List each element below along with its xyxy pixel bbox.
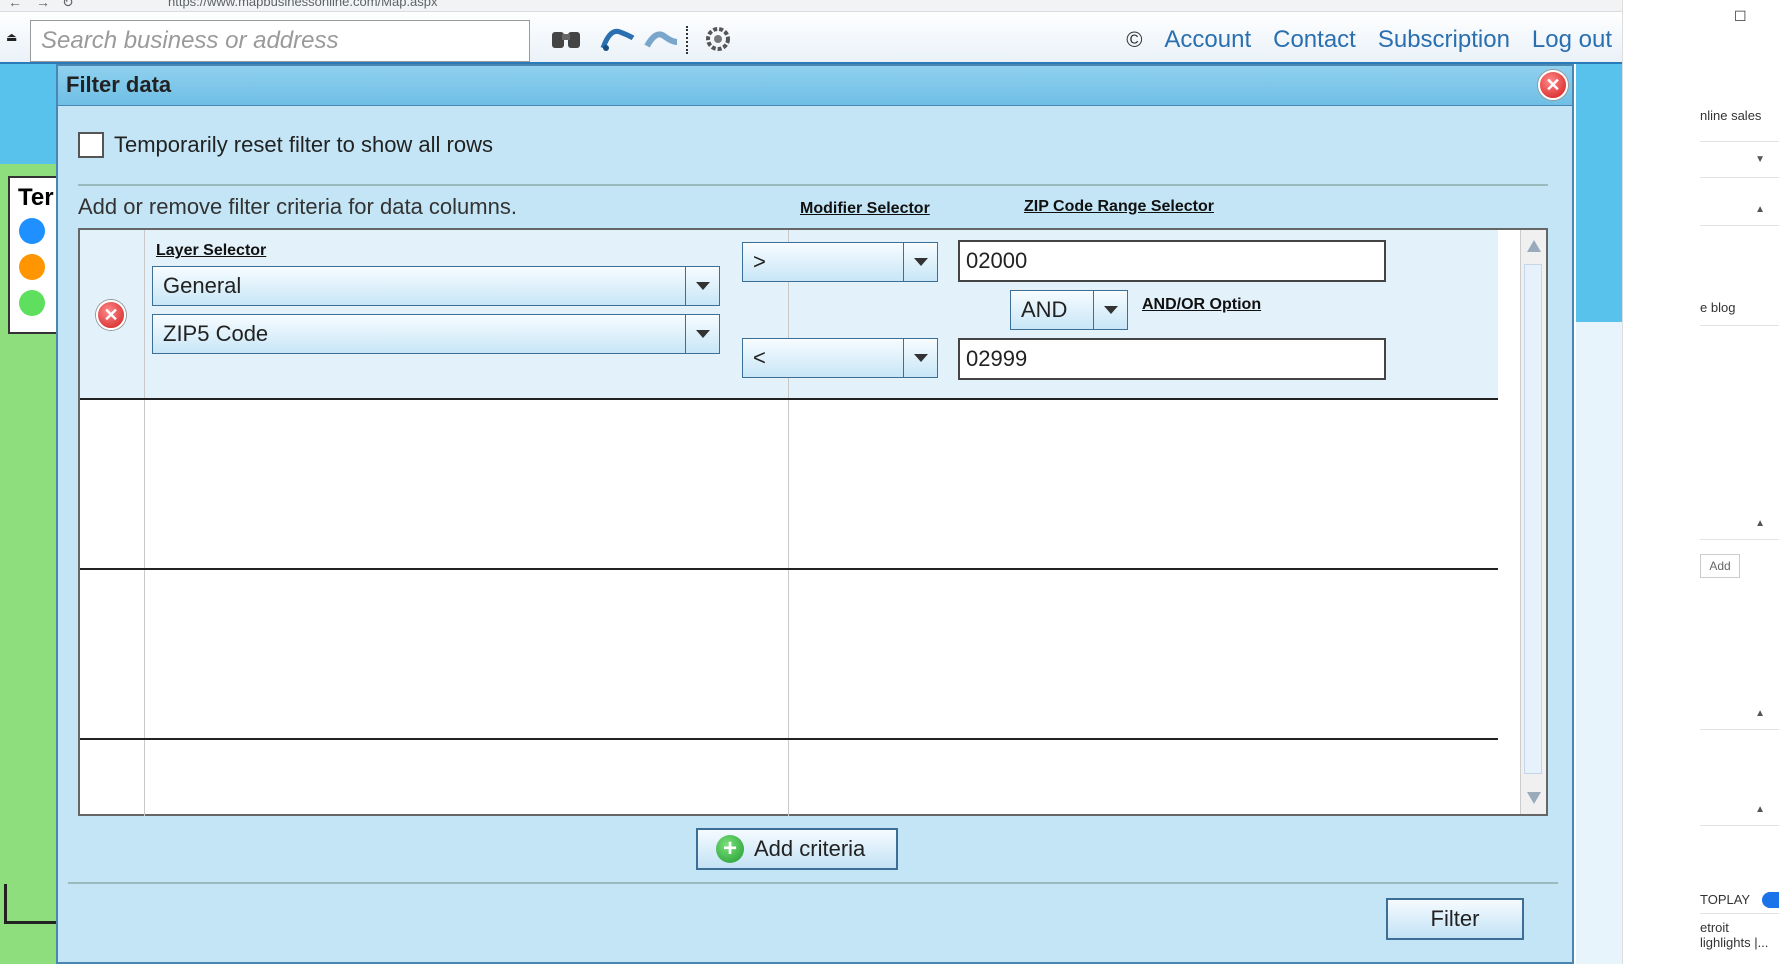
chevron-down-icon[interactable]: ▼ xyxy=(1755,154,1765,165)
reset-filter-checkbox[interactable] xyxy=(78,132,104,158)
scroll-up-icon[interactable] xyxy=(1527,240,1541,252)
news-item[interactable]: etroit lighlights |... xyxy=(1700,920,1779,964)
empty-criteria-row xyxy=(80,570,1498,740)
contact-link[interactable]: Contact xyxy=(1273,26,1356,54)
url-text[interactable]: https://www.mapbusinessonline.com/Map.as… xyxy=(168,0,438,9)
divider xyxy=(68,882,1558,884)
criteria-row: ✕ Layer Selector General ZIP5 Code > AND… xyxy=(80,230,1498,400)
add-criteria-label: Add criteria xyxy=(754,836,866,861)
reload-icon[interactable]: ↻ xyxy=(62,0,74,11)
reset-filter-row[interactable]: Temporarily reset filter to show all row… xyxy=(78,132,493,158)
top-links: © Account Contact Subscription Log out xyxy=(1126,26,1612,54)
legend-dot-green xyxy=(19,290,45,316)
territory-legend: Ter xyxy=(8,176,60,334)
blog-row[interactable]: e blog xyxy=(1700,300,1779,326)
legend-dot-blue xyxy=(19,218,45,244)
forward-icon[interactable]: → xyxy=(36,0,50,10)
empty-criteria-row xyxy=(80,740,1498,816)
chevron-down-icon[interactable] xyxy=(903,243,937,281)
modifier-select-2[interactable]: < xyxy=(742,338,938,378)
side-row-1[interactable]: ▼ xyxy=(1700,144,1779,178)
plus-icon: + xyxy=(716,835,744,863)
criteria-table: ✕ Layer Selector General ZIP5 Code > AND… xyxy=(78,228,1548,816)
filter-button[interactable]: Filter xyxy=(1386,898,1524,940)
subscription-link[interactable]: Subscription xyxy=(1378,26,1510,54)
online-sales-row[interactable]: nline sales xyxy=(1700,108,1779,142)
chevron-up-icon[interactable]: ▲ xyxy=(1755,518,1765,529)
side-row-4[interactable]: ▲ xyxy=(1700,700,1779,730)
side-row-2[interactable]: ▲ xyxy=(1700,196,1779,226)
reset-filter-label: Temporarily reset filter to show all row… xyxy=(114,132,494,157)
side-row-3[interactable]: ▲ xyxy=(1700,510,1779,540)
modifier-selector-header: Modifier Selector xyxy=(800,200,930,217)
andor-select[interactable]: AND xyxy=(1010,290,1128,330)
scroll-down-icon[interactable] xyxy=(1527,792,1541,804)
toolbar-separator xyxy=(686,26,688,54)
map-background[interactable]: Ter xyxy=(0,64,60,964)
chevron-down-icon[interactable] xyxy=(685,267,719,305)
legend-dot-orange xyxy=(19,254,45,280)
chevron-up-icon[interactable]: ▲ xyxy=(1755,708,1765,719)
filter-data-dialog: Filter data ✕ Temporarily reset filter t… xyxy=(56,64,1574,964)
add-criteria-button[interactable]: + Add criteria xyxy=(696,828,898,870)
column-select[interactable]: ZIP5 Code xyxy=(152,314,720,354)
zip-range-end-input[interactable] xyxy=(958,338,1386,380)
divider xyxy=(78,184,1548,186)
binoculars-icon[interactable] xyxy=(548,24,584,54)
account-link[interactable]: Account xyxy=(1164,26,1251,54)
copyright-icon[interactable]: © xyxy=(1126,27,1142,53)
chevron-down-icon[interactable] xyxy=(903,339,937,377)
browser-url-bar: ← → ↻ https://www.mapbusinessonline.com/… xyxy=(0,0,1622,12)
add-button[interactable]: Add xyxy=(1700,554,1740,578)
zip-range-start-input[interactable] xyxy=(958,240,1386,282)
dialog-header: Filter data ✕ xyxy=(58,66,1572,106)
back-icon[interactable]: ← xyxy=(8,0,22,10)
scroll-thumb[interactable] xyxy=(1524,264,1542,774)
zip-range-selector-header: ZIP Code Range Selector xyxy=(1024,198,1214,215)
modifier-select-1[interactable]: > xyxy=(742,242,938,282)
dialog-title: Filter data xyxy=(66,72,172,97)
map-ribbon xyxy=(0,64,60,164)
chevron-up-icon[interactable]: ▲ xyxy=(1755,204,1765,215)
empty-criteria-row xyxy=(80,400,1498,570)
map-icon[interactable] xyxy=(644,24,680,54)
layer-selector-label: Layer Selector xyxy=(156,242,267,259)
map-scale-bar xyxy=(4,884,58,924)
search-input[interactable] xyxy=(30,20,530,62)
remove-criteria-icon[interactable]: ✕ xyxy=(96,300,126,330)
side-row-5[interactable]: ▲ xyxy=(1700,796,1779,826)
gear-icon[interactable] xyxy=(700,24,736,54)
legend-title: Ter xyxy=(18,184,54,211)
chevron-up-icon[interactable]: ▲ xyxy=(1755,804,1765,815)
andor-option-label: AND/OR Option xyxy=(1142,296,1262,313)
route-icon[interactable] xyxy=(600,24,636,54)
map-background-right xyxy=(1576,64,1622,964)
collapse-toolbar-icon[interactable]: ⏏ xyxy=(6,30,17,44)
autoplay-toggle[interactable] xyxy=(1762,892,1779,908)
chevron-down-icon[interactable] xyxy=(1093,291,1127,329)
app-toolbar: ⏏ © Account Contact Subscription Log out xyxy=(0,12,1622,64)
layer-select[interactable]: General xyxy=(152,266,720,306)
close-icon[interactable]: ✕ xyxy=(1538,70,1568,100)
criteria-scrollbar[interactable] xyxy=(1520,230,1546,814)
criteria-instructions: Add or remove filter criteria for data c… xyxy=(78,194,517,219)
logout-link[interactable]: Log out xyxy=(1532,26,1612,54)
chevron-down-icon[interactable] xyxy=(685,315,719,353)
maximize-icon[interactable]: ☐ xyxy=(1734,8,1747,25)
